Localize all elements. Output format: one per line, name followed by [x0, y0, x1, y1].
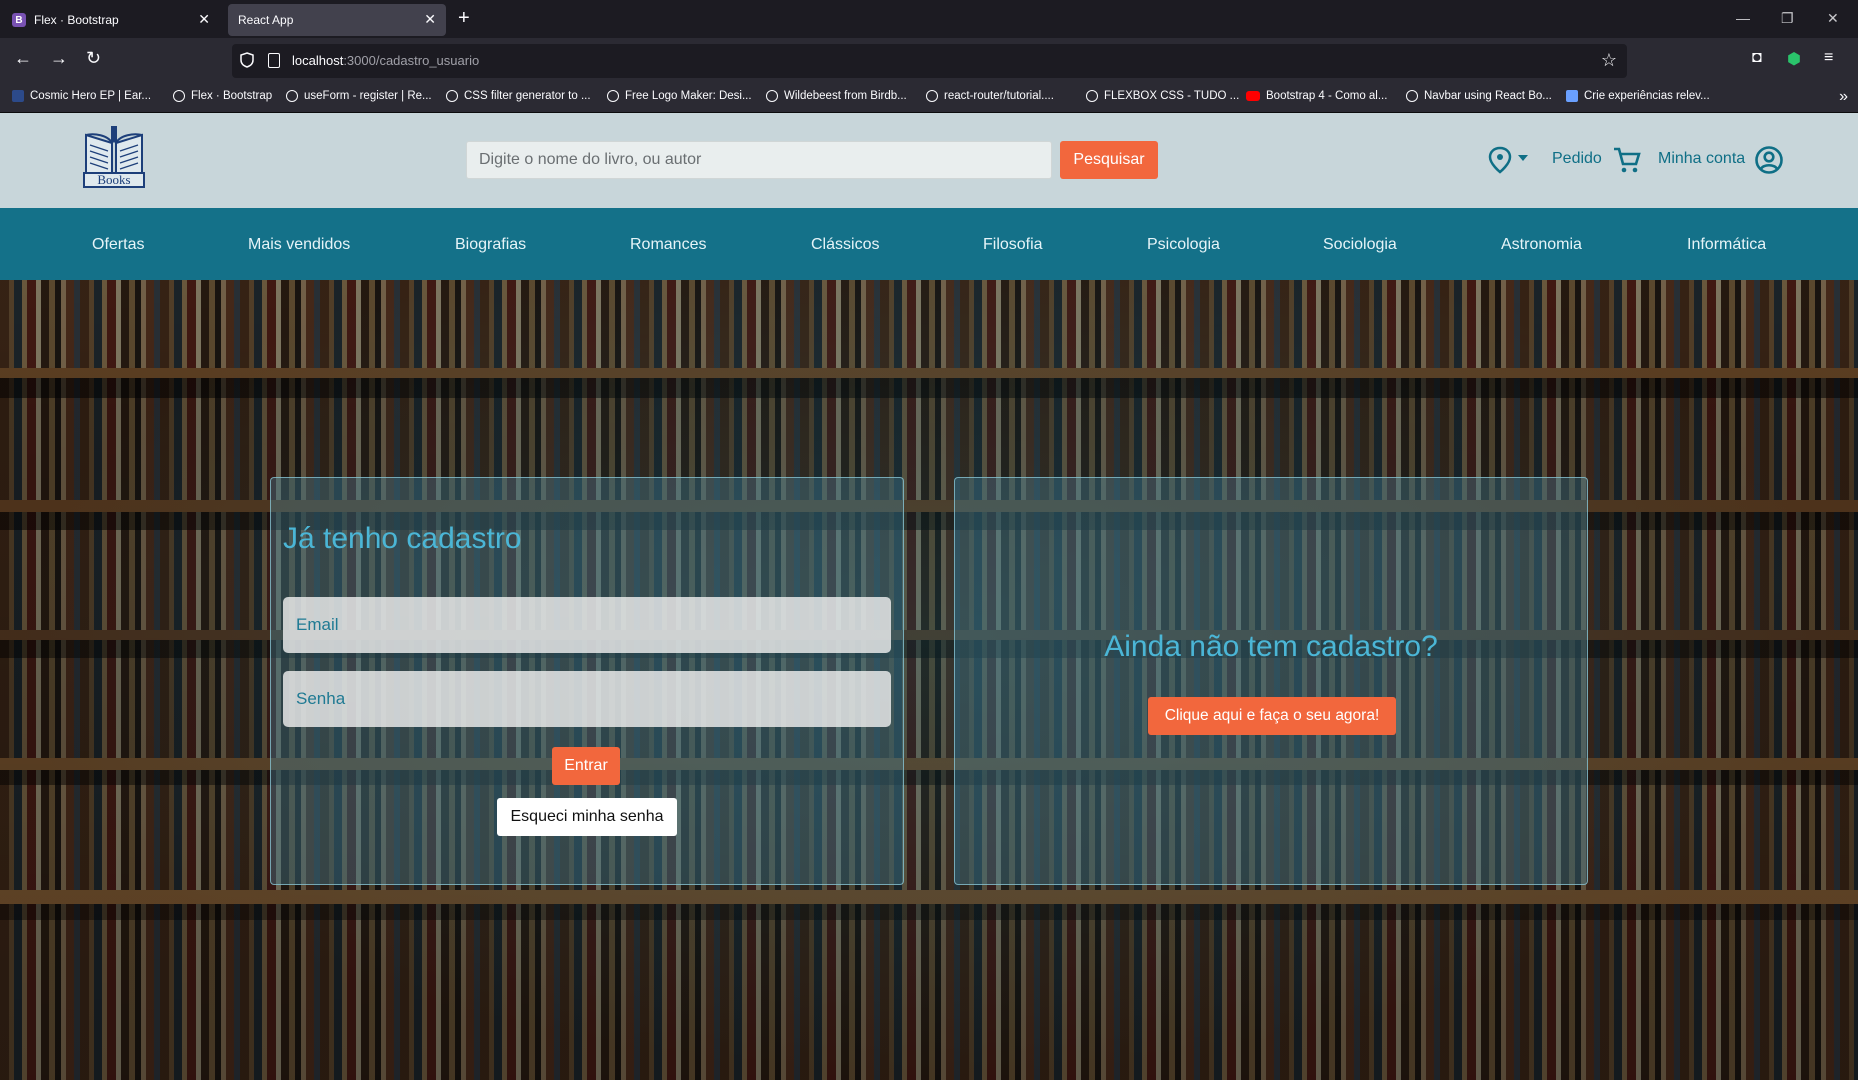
- tab-title: React App: [238, 13, 294, 27]
- category-mais-vendidos[interactable]: Mais vendidos: [248, 236, 350, 254]
- category-biografias[interactable]: Biografias: [455, 236, 526, 254]
- category-ofertas[interactable]: Ofertas: [92, 236, 144, 254]
- category-sociologia[interactable]: Sociologia: [1323, 236, 1397, 254]
- page-icon: [268, 53, 280, 68]
- bootstrap-favicon-icon: B: [12, 13, 26, 27]
- microsoft-icon: [1566, 90, 1578, 102]
- login-panel: Já tenho cadastro Entrar Esqueci minha s…: [270, 477, 904, 885]
- email-field[interactable]: [283, 597, 891, 653]
- bookmark-item[interactable]: FLEXBOX CSS - TUDO ...: [1086, 90, 1239, 102]
- account-label[interactable]: Minha conta: [1658, 150, 1745, 168]
- category-informatica[interactable]: Informática: [1687, 236, 1766, 254]
- reload-icon[interactable]: ↻: [86, 48, 101, 69]
- globe-icon: [173, 90, 185, 102]
- address-bar[interactable]: localhost:3000/cadastro_usuario ☆: [232, 44, 1627, 78]
- menu-hamburger-icon[interactable]: ≡: [1824, 49, 1833, 67]
- location-pin-icon[interactable]: [1488, 145, 1516, 175]
- bookmark-item[interactable]: Wildebeest from Birdb...: [766, 90, 907, 102]
- shopping-cart-icon[interactable]: [1612, 145, 1642, 175]
- url-text[interactable]: localhost:3000/cadastro_usuario: [292, 53, 479, 68]
- bookmark-item[interactable]: Flex · Bootstrap: [173, 90, 272, 102]
- bookmark-item[interactable]: Crie experiências relev...: [1566, 90, 1710, 102]
- globe-icon: [1406, 90, 1418, 102]
- category-filosofia[interactable]: Filosofia: [983, 236, 1043, 254]
- tab-react-app[interactable]: React App ✕: [228, 4, 446, 36]
- music-favicon-icon: [12, 90, 24, 102]
- bookmark-item[interactable]: useForm - register | Re...: [286, 90, 432, 102]
- register-button[interactable]: Clique aqui e faça o seu agora!: [1148, 697, 1396, 735]
- chevron-double-right-icon[interactable]: »: [1839, 88, 1848, 106]
- bookmark-item[interactable]: Cosmic Hero EP | Ear...: [12, 90, 151, 102]
- forgot-password-button[interactable]: Esqueci minha senha: [497, 798, 677, 836]
- order-label[interactable]: Pedido: [1552, 150, 1602, 168]
- new-tab-icon[interactable]: +: [458, 7, 470, 30]
- books-logo[interactable]: Books: [82, 125, 146, 195]
- bookmark-item[interactable]: Navbar using React Bo...: [1406, 90, 1552, 102]
- globe-icon: [926, 90, 938, 102]
- browser-tab-bar: B Flex · Bootstrap ✕ React App ✕ + — ❐ ✕: [0, 0, 1858, 38]
- extension-shield-icon[interactable]: ⬢: [1787, 49, 1801, 69]
- browser-toolbar: ← → ↻ localhost:3000/cadastro_usuario ☆ …: [0, 38, 1858, 84]
- youtube-icon: [1246, 91, 1260, 101]
- category-psicologia[interactable]: Psicologia: [1147, 236, 1220, 254]
- globe-icon: [446, 90, 458, 102]
- search-input[interactable]: [466, 141, 1052, 179]
- pocket-icon[interactable]: ◘: [1752, 49, 1762, 67]
- register-panel: Ainda não tem cadastro? Clique aqui e fa…: [954, 477, 1588, 885]
- close-window-icon[interactable]: ✕: [1827, 10, 1839, 27]
- bookmark-item[interactable]: react-router/tutorial....: [926, 90, 1054, 102]
- globe-icon: [607, 90, 619, 102]
- user-account-icon[interactable]: [1754, 145, 1784, 175]
- bookmarks-bar: Cosmic Hero EP | Ear... Flex · Bootstrap…: [0, 84, 1858, 113]
- forward-arrow-icon[interactable]: →: [50, 48, 68, 69]
- back-arrow-icon[interactable]: ←: [14, 48, 32, 69]
- bookmark-item[interactable]: Free Logo Maker: Desi...: [607, 90, 752, 102]
- restore-window-icon[interactable]: ❐: [1781, 10, 1794, 27]
- category-nav: Ofertas Mais vendidos Biografias Romance…: [0, 208, 1858, 280]
- login-button[interactable]: Entrar: [552, 747, 620, 785]
- page-viewport: Books Pesquisar Pedido Minha conta Ofert…: [0, 113, 1858, 1080]
- close-tab-icon[interactable]: ✕: [198, 11, 210, 28]
- password-field[interactable]: [283, 671, 891, 727]
- globe-icon: [286, 90, 298, 102]
- category-classicos[interactable]: Clássicos: [811, 236, 879, 254]
- minimize-window-icon[interactable]: —: [1736, 10, 1750, 26]
- category-astronomia[interactable]: Astronomia: [1501, 236, 1582, 254]
- category-romances[interactable]: Romances: [630, 236, 706, 254]
- close-tab-icon[interactable]: ✕: [424, 11, 436, 28]
- bookmark-item[interactable]: CSS filter generator to ...: [446, 90, 591, 102]
- caret-down-icon[interactable]: [1518, 155, 1528, 161]
- bookmark-item[interactable]: Bootstrap 4 - Como al...: [1246, 90, 1387, 102]
- search-button[interactable]: Pesquisar: [1060, 141, 1158, 179]
- logo-text: Books: [97, 172, 130, 187]
- register-title: Ainda não tem cadastro?: [1104, 630, 1438, 663]
- login-title: Já tenho cadastro: [283, 522, 522, 555]
- tab-flex-bootstrap[interactable]: B Flex · Bootstrap ✕: [2, 4, 220, 36]
- globe-icon: [766, 90, 778, 102]
- tab-title: Flex · Bootstrap: [34, 13, 119, 27]
- shield-icon: [240, 52, 254, 68]
- site-header: Books Pesquisar Pedido Minha conta: [0, 113, 1858, 208]
- bookmark-star-icon[interactable]: ☆: [1601, 50, 1617, 71]
- globe-icon: [1086, 90, 1098, 102]
